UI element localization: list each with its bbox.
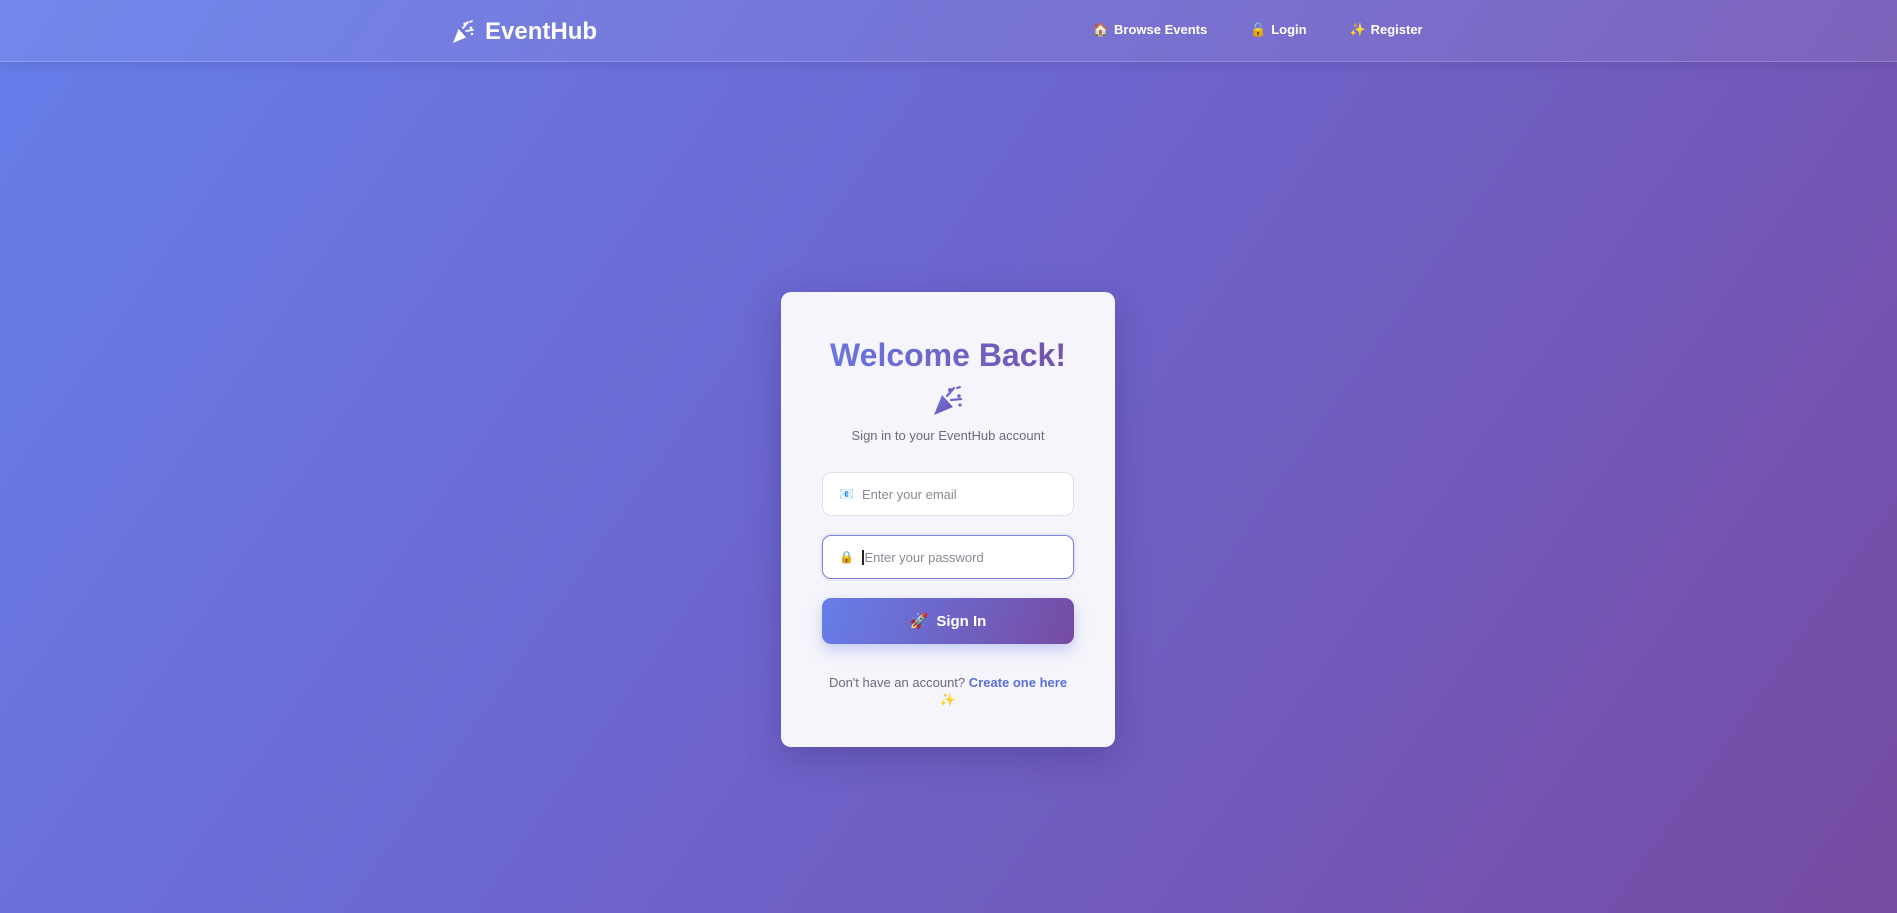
register-prompt-text: Don't have an account? bbox=[828, 675, 966, 690]
house-icon: 🏠 bbox=[1092, 21, 1110, 37]
email-field[interactable]: 📧 bbox=[822, 472, 1074, 516]
top-navbar: EventHub 🏠 Browse Events 🔓 Login ✨ Regis… bbox=[0, 0, 1897, 62]
password-input[interactable] bbox=[864, 549, 1065, 565]
page-title: Welcome Back! bbox=[781, 337, 1115, 374]
party-popper-icon bbox=[453, 20, 474, 43]
nav-browse-events-label: Browse Events bbox=[1114, 22, 1208, 37]
lock-icon: 🔒 bbox=[839, 550, 854, 564]
text-caret bbox=[862, 549, 864, 565]
email-input[interactable] bbox=[862, 486, 1062, 502]
party-popper-icon bbox=[934, 386, 963, 415]
nav-register-label: Register bbox=[1370, 22, 1423, 37]
unlock-icon: 🔓 bbox=[1250, 21, 1267, 37]
nav-register[interactable]: ✨ Register bbox=[1349, 21, 1423, 38]
page-subtitle: Sign in to your EventHub account bbox=[851, 428, 1045, 443]
sparkles-icon: ✨ bbox=[1349, 21, 1366, 37]
password-field[interactable]: 🔒 bbox=[822, 535, 1074, 579]
login-card: Welcome Back! Sign in to your EventHub a… bbox=[781, 292, 1115, 747]
brand-name: EventHub bbox=[485, 18, 598, 45]
rocket-icon: 🚀 bbox=[909, 613, 929, 630]
sign-in-label: Sign In bbox=[936, 612, 987, 630]
nav-browse-events[interactable]: 🏠 Browse Events bbox=[1092, 21, 1208, 38]
nav-links: 🏠 Browse Events 🔓 Login ✨ Register bbox=[1092, 21, 1467, 38]
sparkles-icon: ✨ bbox=[939, 692, 957, 707]
brand-logo[interactable]: EventHub bbox=[451, 17, 597, 47]
register-prompt: Don't have an account? Create one here ✨ bbox=[821, 674, 1075, 708]
nav-login-label: Login bbox=[1271, 22, 1307, 37]
sign-in-button[interactable]: 🚀 Sign In bbox=[822, 598, 1074, 644]
nav-login[interactable]: 🔓 Login bbox=[1250, 21, 1307, 38]
email-icon: 📧 bbox=[839, 487, 854, 501]
create-account-link[interactable]: Create one here bbox=[969, 675, 1067, 690]
